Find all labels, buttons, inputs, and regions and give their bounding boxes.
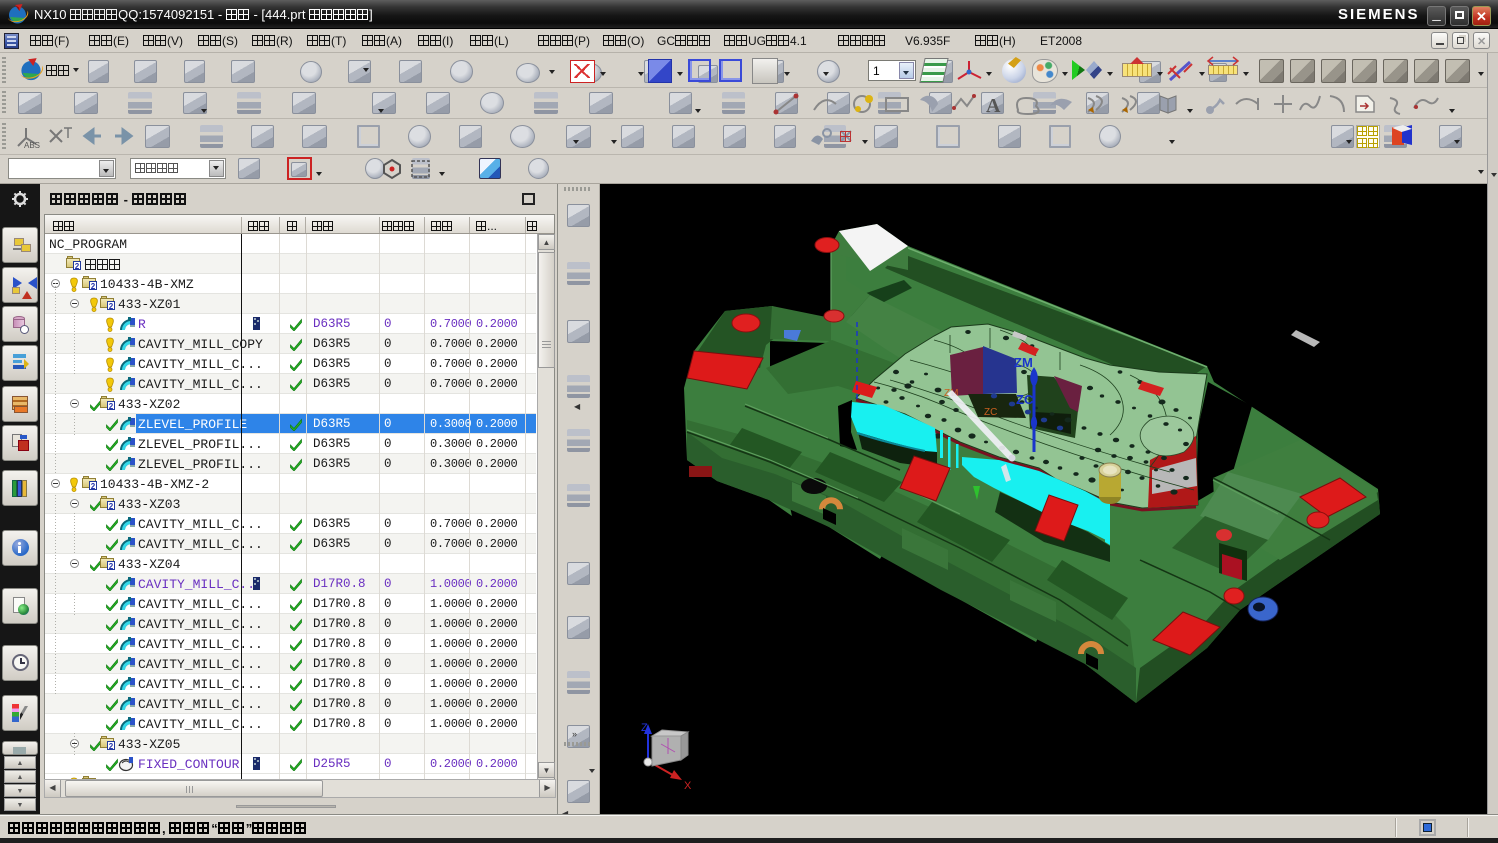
svg-text:ZC: ZC	[984, 407, 997, 418]
svg-text:ZC: ZC	[1016, 392, 1034, 407]
svg-text:X: X	[684, 780, 692, 792]
svg-text:ZM: ZM	[1014, 355, 1033, 370]
svg-text:ABS: ABS	[24, 141, 40, 150]
svg-text:A: A	[986, 95, 1001, 116]
svg-text:Z: Z	[641, 722, 648, 734]
